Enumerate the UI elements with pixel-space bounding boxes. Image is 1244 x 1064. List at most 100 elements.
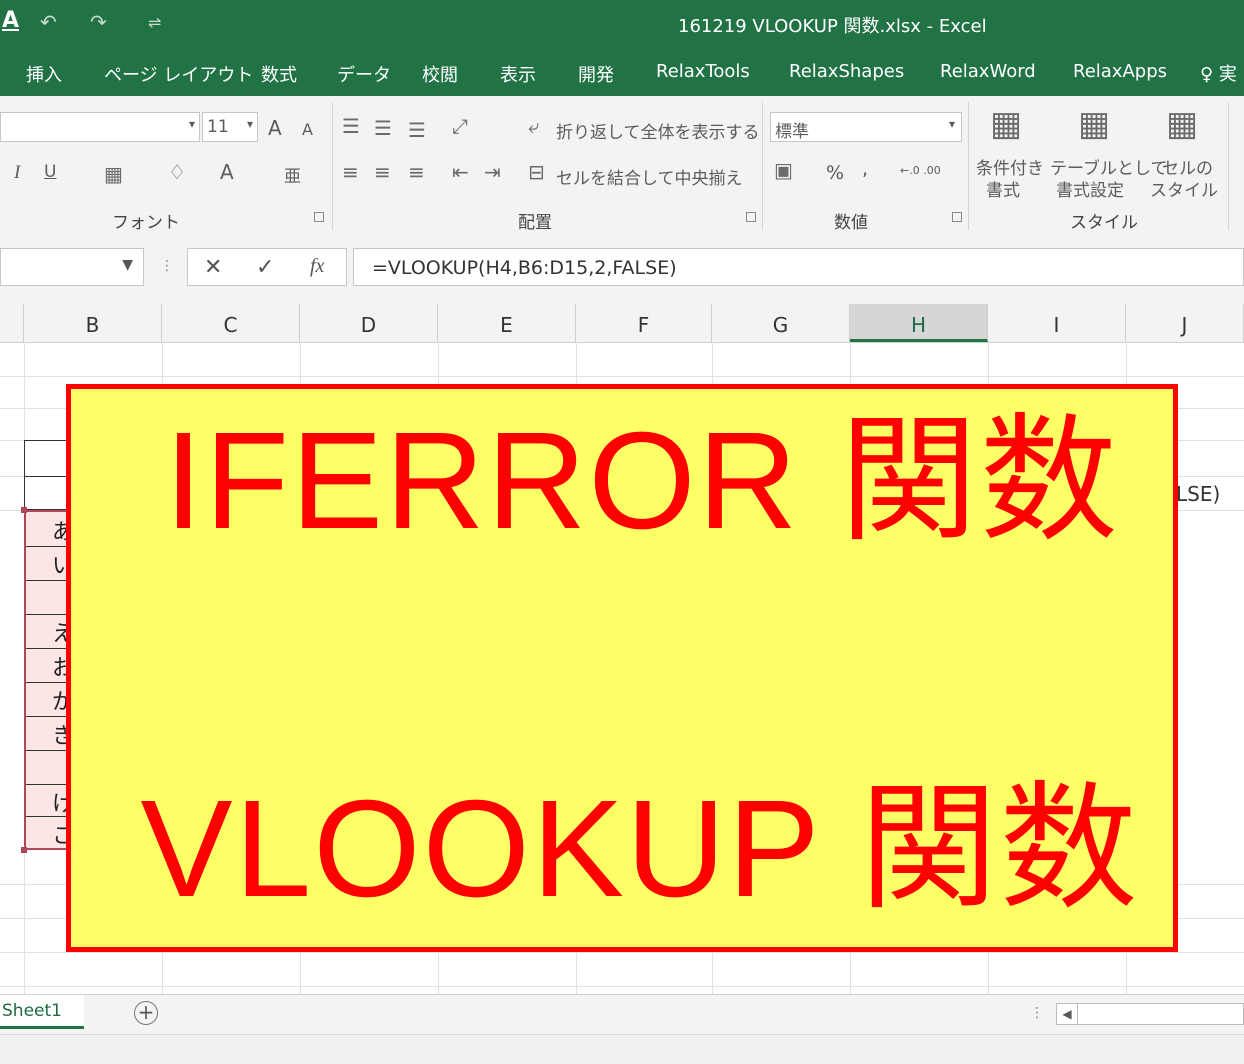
formula-input[interactable]: =VLOOKUP(H4,B6:D15,2,FALSE)	[353, 248, 1244, 286]
font-size-combo[interactable]: 11 ▾	[202, 112, 258, 142]
phonetic-guide-button[interactable]: 亜	[284, 162, 301, 187]
range-resize-handle[interactable]	[21, 847, 27, 853]
alignment-dialog-launcher[interactable]	[746, 212, 756, 222]
formula-bar-resize-handle[interactable]: ⋮	[160, 258, 174, 274]
wrap-text-icon: ⤶	[528, 114, 540, 138]
group-separator	[1228, 102, 1229, 230]
column-header-a-partial[interactable]	[0, 304, 24, 342]
tab-relaxtools[interactable]: RelaxTools	[656, 61, 750, 82]
column-header-g[interactable]: G	[712, 304, 850, 342]
tab-data[interactable]: データ	[337, 61, 391, 87]
orientation-icon[interactable]: ⤢	[452, 114, 468, 138]
chevron-down-icon: ▾	[948, 117, 955, 131]
wrap-text-button[interactable]: 折り返して全体を表示する	[556, 118, 760, 143]
styles-group-label: スタイル	[1070, 213, 1138, 233]
sheet-tab-bar: Sheet1 + ⋮ ◀	[0, 994, 1244, 1035]
number-group-label: 数値	[834, 213, 868, 233]
column-header-f[interactable]: F	[576, 304, 712, 342]
row-gridline	[0, 952, 1244, 953]
window-title: 161219 VLOOKUP 関数.xlsx - Excel	[678, 16, 987, 37]
cancel-entry-button[interactable]: ✕	[204, 255, 222, 280]
tab-split-handle[interactable]: ⋮	[1030, 1005, 1044, 1021]
underline-button[interactable]: U	[44, 162, 56, 182]
italic-button[interactable]: I	[14, 162, 20, 184]
font-dialog-launcher[interactable]	[314, 212, 324, 222]
row-gridline	[0, 376, 1244, 377]
column-header-e[interactable]: E	[438, 304, 576, 342]
add-sheet-button[interactable]: +	[134, 1001, 158, 1025]
name-box[interactable]: ▼	[0, 248, 144, 286]
shrink-font-icon[interactable]: A	[302, 120, 313, 139]
tab-relaxapps[interactable]: RelaxApps	[1073, 61, 1167, 82]
merge-center-button[interactable]: セルを結合して中央揃え	[556, 164, 743, 189]
column-header-j[interactable]: J	[1126, 304, 1244, 342]
overlay-title-iferror: IFERROR 関数	[164, 404, 1120, 558]
column-header-h[interactable]: H	[850, 304, 988, 342]
chevron-down-icon: ▾	[188, 117, 195, 131]
ribbon-home: ▾ 11 ▾ A A I U ▦ ♢ A 亜 フォント ☰ ☰ ☰ ⤢ ≡ ≡ …	[0, 96, 1244, 235]
tab-formulas[interactable]: 数式	[261, 61, 297, 87]
tab-page-layout[interactable]: ページ レイアウト	[104, 61, 253, 87]
conditional-formatting-label: 書式	[986, 181, 1020, 201]
align-top-icon[interactable]: ☰	[342, 114, 360, 138]
scroll-left-icon[interactable]: ◀	[1057, 1004, 1078, 1024]
chevron-down-icon[interactable]: ▼	[122, 257, 133, 273]
tab-review[interactable]: 校閲	[422, 61, 458, 87]
align-center-icon[interactable]: ≡	[374, 160, 391, 184]
status-bar	[0, 1034, 1244, 1064]
enter-entry-button[interactable]: ✓	[256, 255, 274, 280]
number-dialog-launcher[interactable]	[952, 212, 962, 222]
percent-style-button[interactable]: %	[826, 162, 844, 184]
align-bottom-icon[interactable]: ☰	[408, 118, 426, 142]
range-resize-handle[interactable]	[21, 507, 27, 513]
customize-quick-access-icon[interactable]: ⇌	[148, 13, 161, 32]
excel-app-icon[interactable]: A	[2, 8, 19, 33]
title-overlay-card: IFERROR 関数 VLOOKUP 関数	[66, 384, 1178, 952]
tab-relaxshapes[interactable]: RelaxShapes	[789, 61, 904, 82]
decrease-indent-icon[interactable]: ⇤	[452, 160, 469, 184]
align-right-icon[interactable]: ≡	[408, 160, 425, 184]
formula-buttons: ✕ ✓ fx	[187, 248, 347, 286]
column-header-c[interactable]: C	[162, 304, 300, 342]
row-gridline	[0, 986, 1244, 987]
tab-relaxword[interactable]: RelaxWord	[940, 61, 1036, 82]
redo-icon[interactable]: ↷	[90, 10, 107, 34]
comma-style-button[interactable]: ,	[862, 158, 868, 180]
sheet-tab-sheet1[interactable]: Sheet1	[0, 995, 84, 1029]
column-headers: B C D E F G H I J	[0, 304, 1244, 343]
grow-font-icon[interactable]: A	[268, 116, 282, 140]
tab-view[interactable]: 表示	[500, 61, 536, 87]
align-left-icon[interactable]: ≡	[342, 160, 359, 184]
font-name-combo[interactable]: ▾	[0, 112, 200, 142]
group-separator	[968, 102, 969, 230]
increase-indent-icon[interactable]: ⇥	[484, 160, 501, 184]
format-as-table-label: 書式設定	[1056, 181, 1124, 201]
format-as-table-icon: ▦	[1078, 104, 1111, 144]
title-bar: A ↶ ↷ ⇌ 161219 VLOOKUP 関数.xlsx - Excel	[0, 0, 1244, 46]
conditional-formatting-icon: ▦	[990, 104, 1023, 144]
group-separator	[762, 102, 763, 230]
number-format-combo[interactable]: 標準 ▾	[770, 112, 962, 142]
accounting-format-icon[interactable]: ▣	[774, 158, 793, 182]
alignment-group-label: 配置	[518, 213, 552, 233]
tab-insert[interactable]: 挿入	[26, 61, 62, 87]
number-format-value: 標準	[775, 122, 809, 142]
undo-icon[interactable]: ↶	[40, 10, 57, 34]
increase-decimal-button[interactable]: ←.0 .00	[900, 164, 941, 177]
cell-styles-icon: ▦	[1166, 104, 1199, 144]
fill-color-icon[interactable]: ♢	[168, 160, 186, 184]
insert-function-button[interactable]: fx	[310, 255, 324, 278]
font-size-value: 11	[207, 117, 229, 137]
horizontal-scrollbar[interactable]: ◀	[1056, 1003, 1244, 1025]
tell-me-search[interactable]: ♀ 実	[1200, 60, 1237, 86]
tab-developer[interactable]: 開発	[578, 61, 614, 87]
font-color-button[interactable]: A	[220, 160, 234, 184]
merge-center-icon: ⊟	[528, 160, 545, 184]
column-header-b[interactable]: B	[24, 304, 162, 342]
align-middle-icon[interactable]: ☰	[374, 116, 392, 140]
column-header-d[interactable]: D	[300, 304, 438, 342]
border-icon[interactable]: ▦	[104, 162, 123, 186]
overlay-title-vlookup: VLOOKUP 関数	[140, 772, 1140, 926]
column-header-i[interactable]: I	[988, 304, 1126, 342]
ribbon-tabs: 挿入 ページ レイアウト 数式 データ 校閲 表示 開発 RelaxTools …	[0, 46, 1244, 96]
